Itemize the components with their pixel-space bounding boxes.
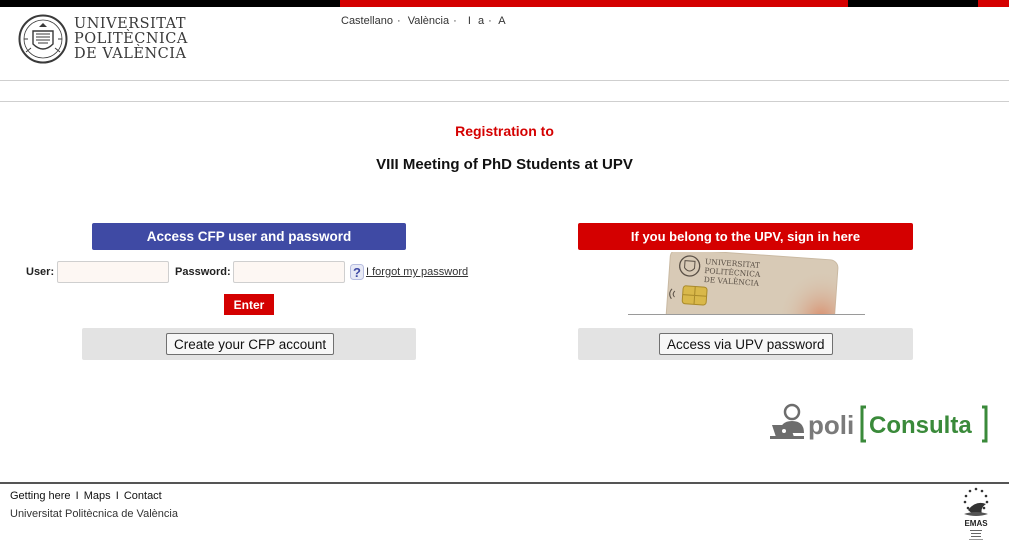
footer-separator: I xyxy=(115,490,119,502)
policonsulta-name: Consulta xyxy=(869,412,972,439)
university-name: UNIVERSITAT POLITÈCNICA DE VALÈNCIA xyxy=(74,15,188,62)
header-divider xyxy=(0,80,1009,81)
user-label: User: xyxy=(26,266,55,278)
cfp-access-header: Access CFP user and password xyxy=(92,223,406,250)
person-laptop-icon xyxy=(770,403,804,439)
header-divider-2 xyxy=(0,101,1009,102)
password-label: Password: xyxy=(175,266,231,278)
top-bar-red-segment xyxy=(340,0,848,7)
lang-valencia-link[interactable]: València xyxy=(408,15,449,27)
top-color-bar xyxy=(0,0,1009,7)
upv-smart-card-icon: UNIVERSITAT POLITÈCNICA DE VALÈNCIA xyxy=(663,252,839,314)
policonsulta-prefix: poli xyxy=(808,410,854,440)
password-input[interactable] xyxy=(233,261,345,283)
footer-link-contact[interactable]: Contact xyxy=(124,490,162,502)
svg-text:?: ? xyxy=(353,265,361,280)
lang-separator: · xyxy=(453,15,457,27)
font-size-small-button[interactable]: I xyxy=(468,15,471,27)
upv-signin-header: If you belong to the UPV, sign in here xyxy=(578,223,913,250)
university-name-line: POLITÈCNICA xyxy=(74,30,188,47)
forgot-password-link[interactable]: I forgot my password xyxy=(366,266,468,278)
help-question-icon[interactable]: ? xyxy=(350,264,364,280)
user-input[interactable] xyxy=(57,261,169,283)
lang-separator: · xyxy=(396,15,401,27)
enter-button[interactable]: Enter xyxy=(224,294,274,315)
font-size-medium-button[interactable]: a xyxy=(478,15,484,27)
access-upv-password-button[interactable]: Access via UPV password xyxy=(659,333,833,355)
footer-link-getting-here[interactable]: Getting here xyxy=(10,490,71,502)
create-cfp-account-button[interactable]: Create your CFP account xyxy=(166,333,335,355)
university-name-line: UNIVERSITAT xyxy=(74,15,186,32)
lang-castellano-link[interactable]: Castellano xyxy=(341,15,393,27)
footer-university-name: Universitat Politècnica de València xyxy=(10,508,178,520)
footer-links: Getting here I Maps I Contact xyxy=(10,490,162,502)
footer-separator: I xyxy=(75,490,79,502)
event-title: VIII Meeting of PhD Students at UPV xyxy=(376,156,633,173)
footer-divider xyxy=(0,482,1009,484)
emas-label: EMAS xyxy=(964,519,988,528)
emas-logo-icon: EMAS xyxy=(963,487,989,540)
top-bar-red-segment-right xyxy=(978,0,1009,7)
upv-logo[interactable]: UNIVERSITAT POLITÈCNICA DE VALÈNCIA xyxy=(18,14,188,64)
registration-heading: Registration to xyxy=(455,123,554,139)
footer-link-maps[interactable]: Maps xyxy=(84,490,111,502)
policonsulta-logo[interactable]: poli Consulta xyxy=(770,403,990,443)
upv-card-image: UNIVERSITAT POLITÈCNICA DE VALÈNCIA xyxy=(628,252,865,315)
upv-seal-icon xyxy=(18,14,68,64)
language-bar: Castellano · València · I a · A xyxy=(341,15,510,27)
font-size-separator: · xyxy=(488,15,492,27)
university-name-line: DE VALÈNCIA xyxy=(74,45,187,62)
create-account-panel: Create your CFP account xyxy=(82,328,416,360)
upv-access-panel: Access via UPV password xyxy=(578,328,913,360)
font-size-large-button[interactable]: A xyxy=(498,15,505,27)
